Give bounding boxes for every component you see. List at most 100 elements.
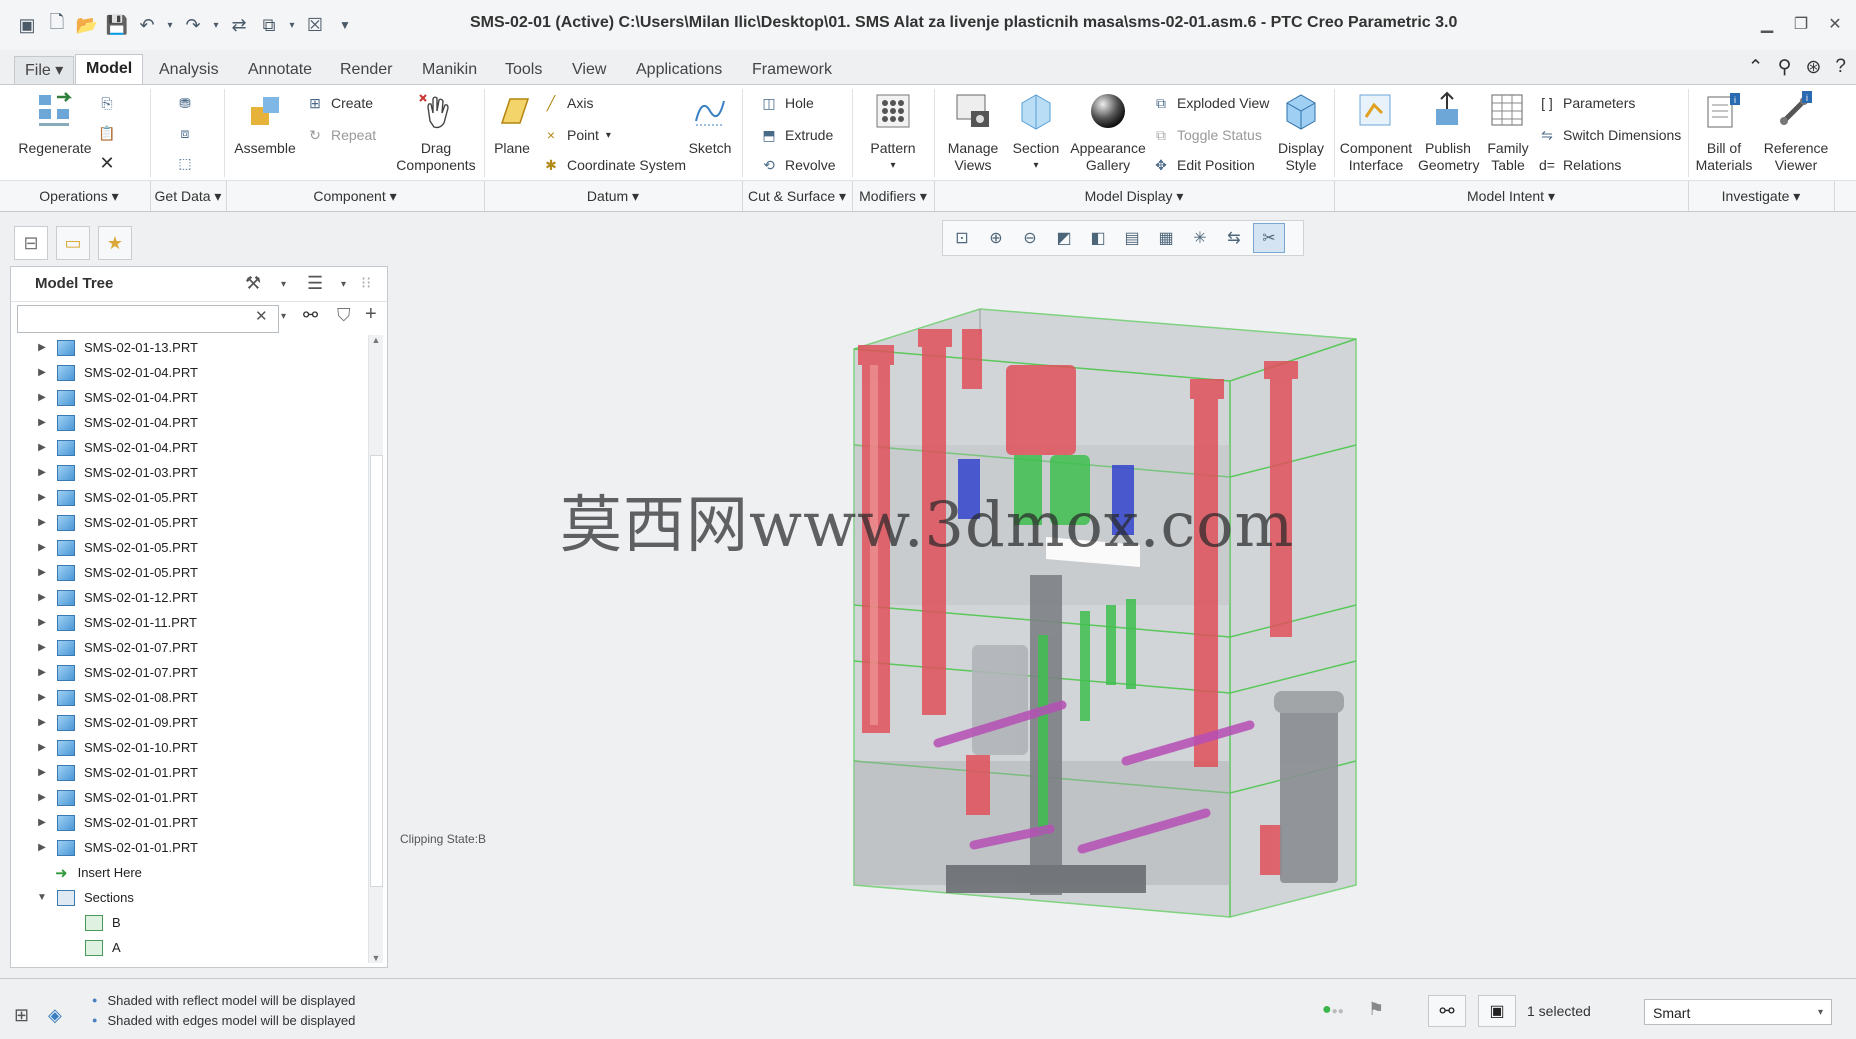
switch-dimensions-button[interactable]: ⇋ Switch Dimensions xyxy=(1538,123,1681,147)
scroll-up-icon[interactable]: ▲ xyxy=(369,335,383,345)
scroll-thumb[interactable] xyxy=(370,455,383,887)
datum-display-filters-icon[interactable]: ✳ xyxy=(1185,224,1215,252)
tree-item[interactable]: ▶ SMS-02-01-05.PRT xyxy=(11,510,367,535)
section-display-icon[interactable]: ✂ xyxy=(1253,223,1285,253)
expand-arrow-icon[interactable]: ▶ xyxy=(33,442,51,453)
undo-icon[interactable]: ↶ xyxy=(134,12,160,38)
expand-arrow-icon[interactable]: ▶ xyxy=(33,467,51,478)
group-get-data[interactable]: Get Data ▾ xyxy=(150,181,227,211)
tree-item[interactable]: ▶ SMS-02-01-01.PRT xyxy=(11,835,367,860)
section-button[interactable]: Section ▾ xyxy=(1010,91,1062,174)
tab-framework[interactable]: Framework xyxy=(742,56,842,84)
expand-arrow-icon[interactable]: ▶ xyxy=(33,692,51,703)
minimize-ribbon-icon[interactable]: ⌃ xyxy=(1748,56,1764,79)
parameters-button[interactable]: [ ] Parameters xyxy=(1538,91,1635,115)
app-icon[interactable]: ▣ xyxy=(14,12,40,38)
tree-item[interactable]: ▶ SMS-02-01-04.PRT xyxy=(11,410,367,435)
manage-views-button[interactable]: Manage Views xyxy=(942,91,1004,174)
customize-icon[interactable]: ▼ xyxy=(332,12,358,38)
display-style-button[interactable]: Display Style xyxy=(1270,91,1332,174)
hole-button[interactable]: ◫ Hole xyxy=(760,91,813,115)
settings-dropdown-icon[interactable]: ▾ xyxy=(281,279,286,290)
save-icon[interactable]: 💾 xyxy=(104,12,130,38)
delete-button[interactable]: ✕ xyxy=(98,151,116,175)
appearance-gallery-button[interactable]: Appearance Gallery xyxy=(1068,91,1148,174)
selection-filter-select[interactable]: Smart ▾ xyxy=(1644,999,1832,1025)
zoom-in-icon[interactable]: ⊕ xyxy=(981,224,1011,252)
tab-view[interactable]: View xyxy=(562,56,616,84)
minimize-icon[interactable]: ▁ xyxy=(1752,12,1782,36)
paste-button[interactable]: 📋 xyxy=(98,121,116,145)
search-dropdown-icon[interactable]: ▾ xyxy=(281,311,286,322)
copy-button[interactable]: ⎘ xyxy=(98,91,116,115)
favorites-tab[interactable]: ★ xyxy=(98,226,132,260)
help-icon[interactable]: ? xyxy=(1835,56,1846,79)
expand-arrow-icon[interactable]: ▶ xyxy=(33,567,51,578)
scroll-down-icon[interactable]: ▼ xyxy=(369,953,383,963)
component-interface-button[interactable]: Component Interface xyxy=(1336,91,1416,174)
settings-icon[interactable]: ⚒ xyxy=(245,273,261,294)
redo-icon[interactable]: ↷ xyxy=(180,12,206,38)
expand-arrow-icon[interactable]: ▶ xyxy=(33,642,51,653)
refit-icon[interactable]: ⊡ xyxy=(947,224,977,252)
expand-arrow-icon[interactable]: ▶ xyxy=(33,717,51,728)
relations-button[interactable]: d= Relations xyxy=(1538,153,1621,177)
tab-model[interactable]: Model xyxy=(75,54,144,85)
create-button[interactable]: ⊞ Create xyxy=(306,91,373,115)
tree-item[interactable]: ▶ SMS-02-01-04.PRT xyxy=(11,360,367,385)
pattern-dropdown-icon[interactable]: ▾ xyxy=(862,157,924,174)
undo-dropdown-icon[interactable]: ▾ xyxy=(164,12,176,38)
tree-filter-icon[interactable]: ⁝⁝ xyxy=(361,273,371,293)
section-item[interactable]: B xyxy=(11,910,367,935)
extrude-button[interactable]: ⬒ Extrude xyxy=(760,123,833,147)
expand-arrow-icon[interactable]: ▶ xyxy=(33,492,51,503)
maximize-icon[interactable]: ❐ xyxy=(1786,12,1816,36)
group-investigate[interactable]: Investigate ▾ xyxy=(1688,181,1835,211)
tree-item[interactable]: ▶ SMS-02-01-10.PRT xyxy=(11,735,367,760)
saved-orientations-icon[interactable]: ▤ xyxy=(1117,224,1147,252)
tree-item[interactable]: ▶ SMS-02-01-05.PRT xyxy=(11,485,367,510)
find-icon[interactable]: ⚯ xyxy=(303,305,318,326)
sketch-button[interactable]: Sketch xyxy=(684,91,736,157)
exploded-view-button[interactable]: ⧉ Exploded View xyxy=(1152,91,1269,115)
repaint-icon[interactable]: ◩ xyxy=(1049,224,1079,252)
folder-browser-tab[interactable]: ▭ xyxy=(56,226,90,260)
expand-arrow-icon[interactable]: ▶ xyxy=(33,342,51,353)
expand-arrow-icon[interactable]: ▶ xyxy=(33,792,51,803)
clear-search-icon[interactable]: ✕ xyxy=(255,307,268,325)
coordinate-system-button[interactable]: ✱ Coordinate System xyxy=(542,153,686,177)
expand-arrow-icon[interactable]: ▶ xyxy=(33,542,51,553)
pattern-button[interactable]: Pattern ▾ xyxy=(862,91,924,174)
model-tree-scrollbar[interactable]: ▲ ▼ xyxy=(368,335,383,963)
drag-components-button[interactable]: Drag Components xyxy=(396,91,476,174)
group-model-intent[interactable]: Model Intent ▾ xyxy=(1334,181,1689,211)
user-defined-feature-button[interactable]: ⛃ xyxy=(176,91,194,115)
tree-item[interactable]: ▶ SMS-02-01-01.PRT xyxy=(11,760,367,785)
toggle-status-button[interactable]: ⧉ Toggle Status xyxy=(1152,123,1262,147)
expand-arrow-icon[interactable]: ▶ xyxy=(33,417,51,428)
publish-geometry-button[interactable]: Publish Geometry xyxy=(1418,91,1479,174)
new-icon[interactable]: 🗋 xyxy=(44,12,70,38)
redo-dropdown-icon[interactable]: ▾ xyxy=(210,12,222,38)
repeat-button[interactable]: ↻ Repeat xyxy=(306,123,376,147)
tree-item[interactable]: ▶ SMS-02-01-08.PRT xyxy=(11,685,367,710)
expand-arrow-icon[interactable]: ▶ xyxy=(33,367,51,378)
edit-position-button[interactable]: ✥ Edit Position xyxy=(1152,153,1255,177)
reference-viewer-button[interactable]: i Reference Viewer xyxy=(1758,91,1834,174)
close-icon[interactable]: ✕ xyxy=(1820,12,1850,36)
find-button[interactable]: ⚯ xyxy=(1428,995,1466,1027)
tree-item[interactable]: ▶ SMS-02-01-12.PRT xyxy=(11,585,367,610)
regenerate-button[interactable]: Regenerate xyxy=(18,91,92,157)
tab-file[interactable]: File ▾ xyxy=(14,56,75,86)
tree-item[interactable]: ▶ SMS-02-01-03.PRT xyxy=(11,460,367,485)
annotation-display-icon[interactable]: ⇆ xyxy=(1219,224,1249,252)
regenerate-icon[interactable]: ⇄ xyxy=(226,12,252,38)
tree-item[interactable]: ▶ SMS-02-01-04.PRT xyxy=(11,385,367,410)
expand-arrow-icon[interactable]: ▶ xyxy=(33,392,51,403)
group-operations[interactable]: Operations ▾ xyxy=(8,181,151,211)
group-modifiers[interactable]: Modifiers ▾ xyxy=(852,181,935,211)
sections-folder[interactable]: ▼ Sections xyxy=(11,885,367,910)
tree-item[interactable]: ▶ SMS-02-01-07.PRT xyxy=(11,660,367,685)
family-table-button[interactable]: Family Table xyxy=(1480,91,1536,174)
section-item[interactable]: A xyxy=(11,935,367,960)
